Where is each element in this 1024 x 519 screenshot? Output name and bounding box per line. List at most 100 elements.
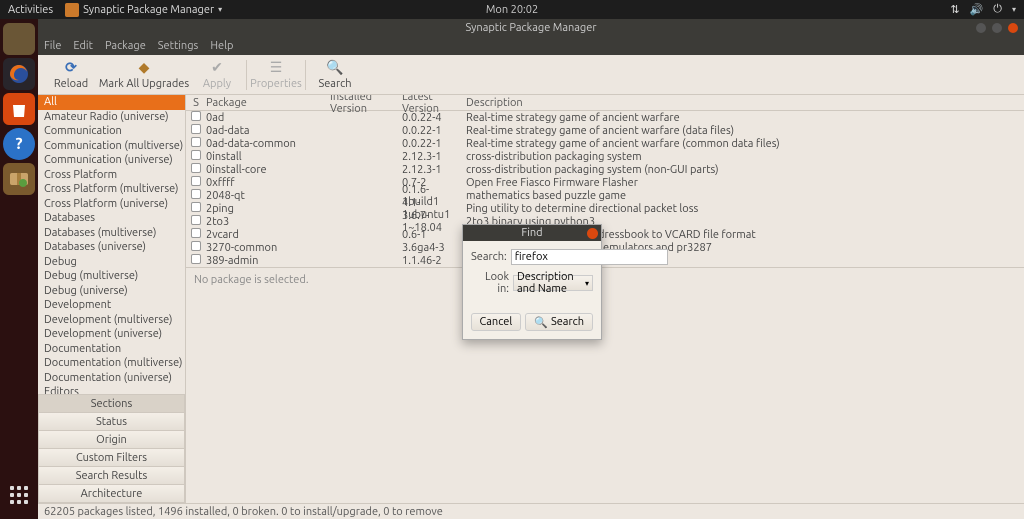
package-row[interactable]: 0install-core2.12.3-1cross-distribution …: [186, 163, 1024, 176]
status-checkbox[interactable]: [191, 228, 201, 238]
status-checkbox[interactable]: [191, 176, 201, 186]
menu-package[interactable]: Package: [105, 40, 146, 52]
shopping-bag-icon: [9, 99, 29, 119]
pkg-name: 2ping: [202, 203, 330, 215]
package-row[interactable]: 2ping4.1-1ubuntu1Ping utility to determi…: [186, 202, 1024, 215]
col-description[interactable]: Description: [466, 97, 1024, 109]
section-item[interactable]: Databases: [38, 211, 185, 226]
package-row[interactable]: 2vcard0.6-1perl script to convert an add…: [186, 228, 1024, 241]
dialog-search-button[interactable]: 🔍 Search: [525, 313, 593, 331]
section-item[interactable]: Databases (multiverse): [38, 226, 185, 241]
status-checkbox[interactable]: [191, 137, 201, 147]
minimize-button[interactable]: [976, 23, 986, 33]
section-item[interactable]: Communication (universe): [38, 153, 185, 168]
power-icon[interactable]: ⏻: [993, 3, 1002, 16]
package-list[interactable]: 0ad0.0.22-4Real-time strategy game of an…: [186, 111, 1024, 267]
dialog-close-button[interactable]: [587, 228, 598, 239]
find-dialog: Find Search: Look in: Description and Na…: [462, 224, 602, 340]
network-icon[interactable]: ⇅: [950, 3, 959, 16]
firefox-icon: [7, 62, 31, 86]
grid-icon: [10, 486, 28, 504]
section-list[interactable]: AllAmateur Radio (universe)Communication…: [38, 95, 185, 395]
section-item[interactable]: Development (universe): [38, 327, 185, 342]
menu-help[interactable]: Help: [210, 40, 233, 52]
status-checkbox[interactable]: [191, 254, 201, 264]
status-checkbox[interactable]: [191, 202, 201, 212]
launcher-archive[interactable]: [3, 163, 35, 195]
app-menu[interactable]: Synaptic Package Manager ▾: [65, 3, 222, 17]
clock[interactable]: Mon 20:02: [486, 4, 538, 16]
package-row[interactable]: 2to33.6.7-1~18.042to3 binary using pytho…: [186, 215, 1024, 228]
status-checkbox[interactable]: [191, 111, 201, 121]
package-row[interactable]: 0install2.12.3-1cross-distribution packa…: [186, 150, 1024, 163]
filter-status[interactable]: Status: [38, 412, 185, 431]
pkg-latest: 3.6ga4-3: [402, 242, 466, 254]
mark-upgrades-button[interactable]: ◆ Mark All Upgrades: [98, 56, 190, 94]
pkg-name: 0ad-data-common: [202, 138, 330, 150]
archive-icon: [8, 169, 30, 189]
section-item[interactable]: Documentation (multiverse): [38, 356, 185, 371]
launcher-files[interactable]: [3, 23, 35, 55]
pkg-name: 0xffff: [202, 177, 330, 189]
activities-button[interactable]: Activities: [8, 4, 53, 16]
status-checkbox[interactable]: [191, 189, 201, 199]
pkg-name: 2to3: [202, 216, 330, 228]
filter-custom[interactable]: Custom Filters: [38, 448, 185, 467]
pkg-latest: 0.6-1: [402, 229, 466, 241]
chevron-down-icon[interactable]: ▾: [1012, 5, 1016, 14]
maximize-button[interactable]: [992, 23, 1002, 33]
close-button[interactable]: [1008, 23, 1018, 33]
section-item[interactable]: Development (multiverse): [38, 313, 185, 328]
package-row[interactable]: 0ad0.0.22-4Real-time strategy game of an…: [186, 111, 1024, 124]
filter-search-results[interactable]: Search Results: [38, 466, 185, 485]
status-checkbox[interactable]: [191, 150, 201, 160]
section-item[interactable]: Communication: [38, 124, 185, 139]
section-item[interactable]: Cross Platform (multiverse): [38, 182, 185, 197]
col-package[interactable]: Package: [202, 97, 330, 109]
section-item[interactable]: All: [38, 95, 185, 110]
menu-settings[interactable]: Settings: [158, 40, 199, 52]
package-row[interactable]: 0ad-data0.0.22-1Real-time strategy game …: [186, 124, 1024, 137]
upgrade-icon: ◆: [135, 60, 153, 76]
section-item[interactable]: Amateur Radio (universe): [38, 110, 185, 125]
search-button[interactable]: 🔍 Search: [308, 56, 362, 94]
lookin-select[interactable]: Description and Name ▾: [513, 275, 593, 291]
toolbar-separator: [305, 60, 306, 90]
section-item[interactable]: Documentation (universe): [38, 371, 185, 386]
section-item[interactable]: Documentation: [38, 342, 185, 357]
chevron-down-icon: ▾: [218, 5, 222, 14]
filter-sections[interactable]: Sections: [38, 394, 185, 413]
section-item[interactable]: Communication (multiverse): [38, 139, 185, 154]
section-item[interactable]: Debug (multiverse): [38, 269, 185, 284]
sidebar: AllAmateur Radio (universe)Communication…: [38, 95, 186, 503]
package-row[interactable]: 0xffff0.7-2Open Free Fiasco Firmware Fla…: [186, 176, 1024, 189]
status-checkbox[interactable]: [191, 215, 201, 225]
package-row[interactable]: 0ad-data-common0.0.22-1Real-time strateg…: [186, 137, 1024, 150]
section-item[interactable]: Cross Platform (universe): [38, 197, 185, 212]
package-row[interactable]: 2048-qt0.1.6-1build1mathematics based pu…: [186, 189, 1024, 202]
menu-file[interactable]: File: [44, 40, 61, 52]
launcher-help[interactable]: ?: [3, 128, 35, 160]
launcher-firefox[interactable]: [3, 58, 35, 90]
reload-icon: ⟳: [62, 60, 80, 76]
status-checkbox[interactable]: [191, 163, 201, 173]
section-item[interactable]: Development: [38, 298, 185, 313]
status-checkbox[interactable]: [191, 241, 201, 251]
col-status[interactable]: S: [186, 97, 202, 109]
section-item[interactable]: Debug: [38, 255, 185, 270]
search-input[interactable]: [511, 249, 668, 265]
launcher-software[interactable]: [3, 93, 35, 125]
section-item[interactable]: Databases (universe): [38, 240, 185, 255]
pkg-desc: Real-time strategy game of ancient warfa…: [466, 125, 1024, 137]
menu-edit[interactable]: Edit: [73, 40, 93, 52]
status-checkbox[interactable]: [191, 124, 201, 134]
launcher-apps-grid[interactable]: [3, 479, 35, 511]
reload-button[interactable]: ⟳ Reload: [44, 56, 98, 94]
filter-origin[interactable]: Origin: [38, 430, 185, 449]
section-item[interactable]: Debug (universe): [38, 284, 185, 299]
filter-architecture[interactable]: Architecture: [38, 484, 185, 503]
section-item[interactable]: Cross Platform: [38, 168, 185, 183]
volume-icon[interactable]: 🔊: [970, 3, 984, 16]
package-table-header: S Package Installed Version Latest Versi…: [186, 95, 1024, 111]
cancel-button[interactable]: Cancel: [471, 313, 522, 331]
